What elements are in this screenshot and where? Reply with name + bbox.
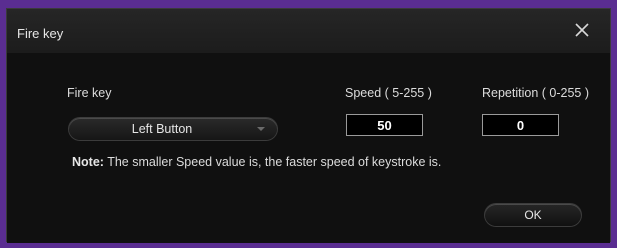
speed-label: Speed ( 5-255 ) bbox=[345, 86, 432, 100]
fire-key-label: Fire key bbox=[67, 86, 112, 100]
note-body: The smaller Speed value is, the faster s… bbox=[103, 155, 442, 169]
note-text: Note: The smaller Speed value is, the fa… bbox=[72, 155, 441, 169]
dialog-title: Fire key bbox=[17, 26, 64, 41]
title-bar: Fire key bbox=[7, 9, 610, 53]
fire-key-selected-value: Left Button bbox=[131, 122, 193, 136]
close-button[interactable] bbox=[574, 22, 590, 38]
fire-key-dialog: Fire key Fire key Left Button Speed ( 5-… bbox=[6, 8, 611, 243]
ok-button[interactable]: OK bbox=[485, 204, 581, 226]
chevron-down-icon bbox=[257, 127, 265, 131]
note-prefix: Note: bbox=[72, 155, 104, 169]
repetition-input[interactable] bbox=[482, 114, 559, 136]
fire-key-select[interactable]: Left Button bbox=[69, 118, 277, 140]
speed-input[interactable] bbox=[346, 114, 423, 136]
close-icon bbox=[575, 23, 589, 37]
repetition-label: Repetition ( 0-255 ) bbox=[482, 86, 590, 100]
dialog-body: Fire key Left Button Speed ( 5-255 ) Rep… bbox=[7, 53, 610, 243]
